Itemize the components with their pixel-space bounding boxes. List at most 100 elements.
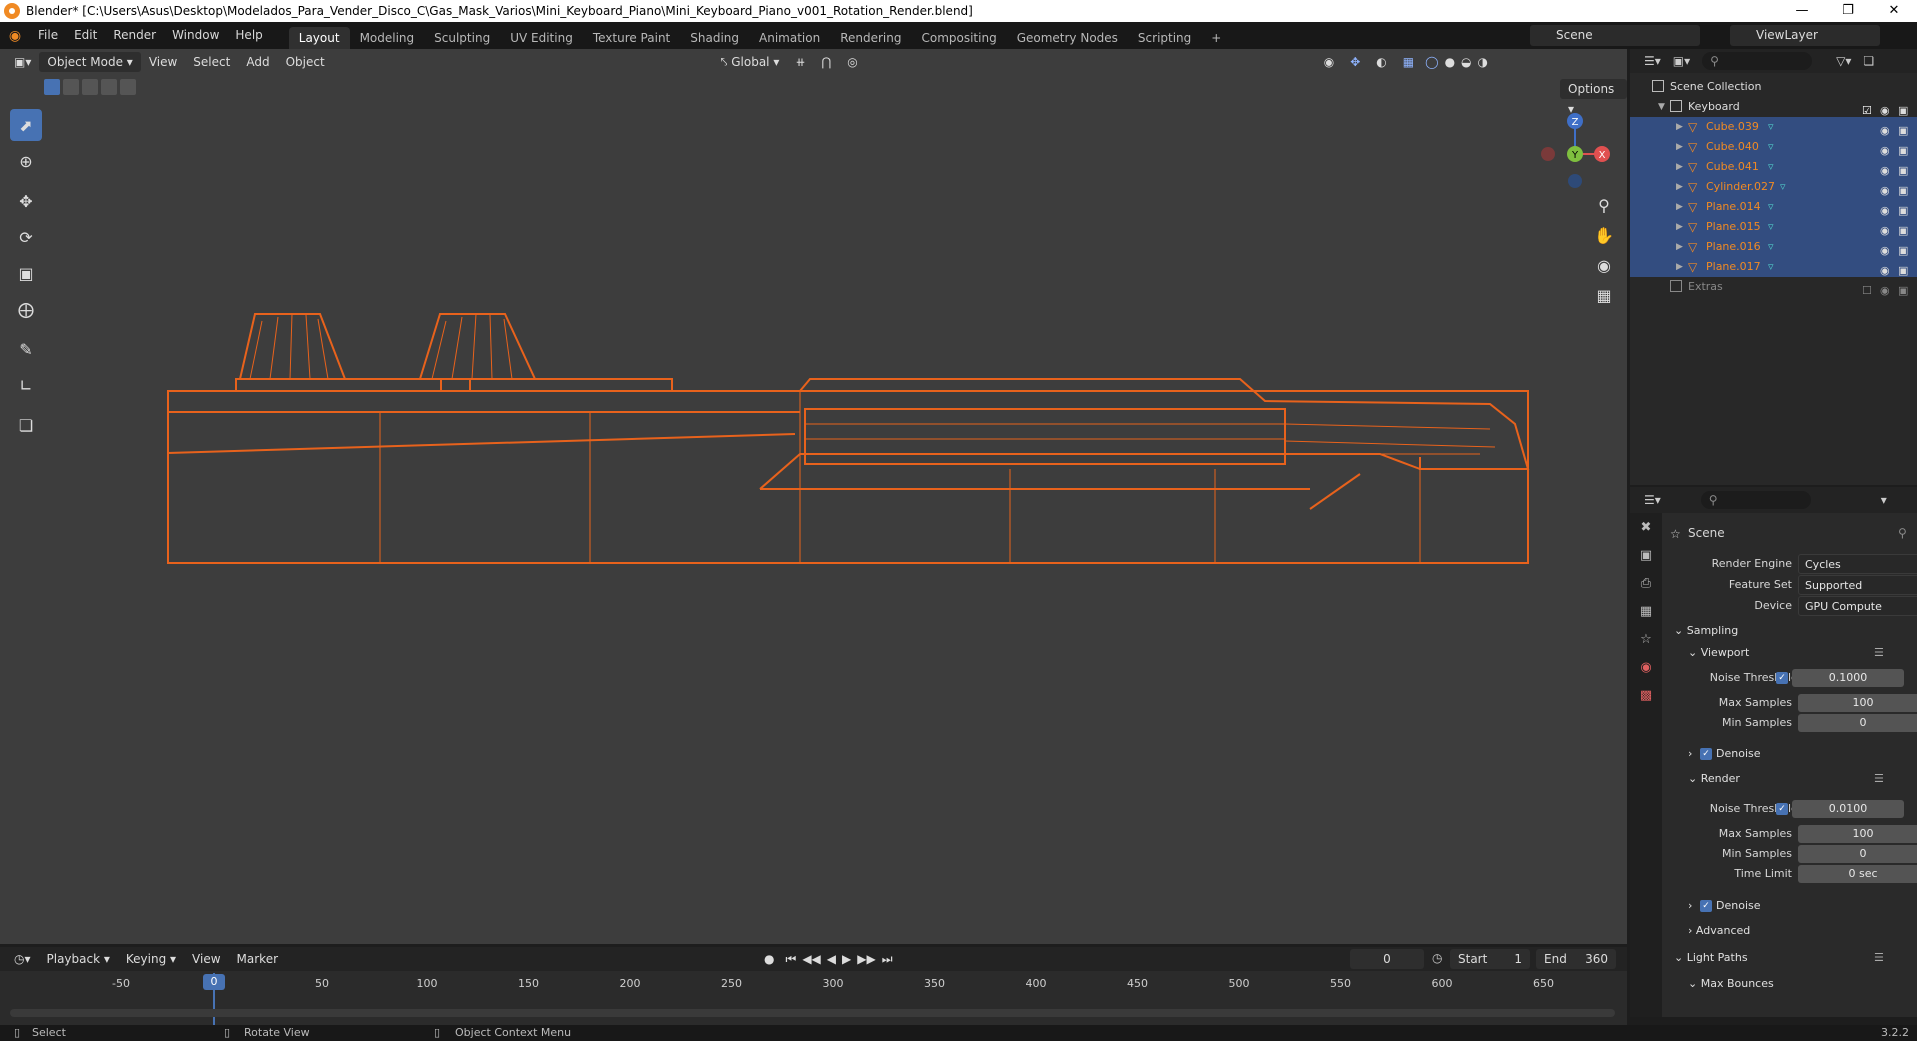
light-paths-preset-icon[interactable]: ☰ [1874,949,1884,967]
next-keyframe-icon[interactable]: ▶▶ [854,949,878,969]
expand-arrow-icon[interactable]: ▶ [1676,197,1683,217]
workspace-tab-scripting[interactable]: Scripting [1128,27,1201,49]
scene-tab-icon[interactable]: ☆ [1630,625,1662,653]
workspace-tab-animation[interactable]: Animation [749,27,830,49]
mesh-data-icon[interactable]: ▿ [1768,137,1774,157]
preset-list-icon[interactable]: ☰ [1874,644,1884,662]
outliner-object-row[interactable]: ▶ ▽ Cube.040 ▿ ◉ ▣ [1630,137,1917,157]
render-preset-list-icon[interactable]: ☰ [1874,770,1884,788]
pan-hand-icon[interactable]: ✋ [1590,221,1618,249]
menu-edit[interactable]: Edit [66,22,105,49]
viewport-noise-threshold-field[interactable]: 0.1000 [1792,669,1904,687]
camera-view-icon[interactable]: ◉ [1590,251,1618,279]
workspace-tab-modeling[interactable]: Modeling [350,27,425,49]
close-button[interactable]: ✕ [1871,0,1917,22]
outliner-object-row[interactable]: ▶ ▽ Cube.041 ▿ ◉ ▣ [1630,157,1917,177]
timeline-menu-playback[interactable]: Playback ▾ [39,949,118,969]
expand-arrow-icon[interactable]: ▶ [1676,157,1683,177]
start-frame-field[interactable]: Start 1 [1450,949,1530,969]
timeline-menu-marker[interactable]: Marker [229,949,286,969]
mesh-data-icon[interactable]: ▿ [1768,197,1774,217]
render-engine-dropdown[interactable]: Cycles▾ [1798,554,1917,574]
render-camera-icon[interactable]: ▣ [1898,281,1908,301]
exclude-checkbox[interactable]: ☐ [1862,281,1872,301]
viewport-min-samples-field[interactable]: 0 [1798,714,1917,732]
mesh-data-icon[interactable]: ▿ [1768,157,1774,177]
outliner-object-row[interactable]: ▶ ▽ Plane.017 ▿ ◉ ▣ [1630,257,1917,277]
advanced-subpanel-header[interactable]: › Advanced [1688,922,1750,940]
menu-help[interactable]: Help [227,22,270,49]
outliner-editor-type-icon[interactable]: ☰▾ [1644,54,1661,68]
properties-search-input[interactable]: ⚲ [1700,491,1811,509]
minimize-button[interactable]: — [1779,0,1825,22]
sampling-panel-header[interactable]: ⌄ Sampling [1674,622,1738,640]
max-bounces-subpanel-header[interactable]: ⌄ Max Bounces [1688,975,1774,993]
zoom-icon[interactable]: ⚲ [1590,191,1618,219]
expand-arrow-icon[interactable]: ▶ [1676,117,1683,137]
render-noise-threshold-checkbox[interactable]: ✓ [1776,803,1788,815]
render-denoise-checkbox[interactable]: ✓ [1700,900,1712,912]
filter-icon[interactable]: ▽▾ [1836,54,1851,68]
menu-window[interactable]: Window [164,22,227,49]
expand-arrow-icon[interactable]: ▶ [1676,257,1683,277]
mesh-data-icon[interactable]: ▿ [1780,177,1786,197]
menu-render[interactable]: Render [105,22,164,49]
viewport-max-samples-field[interactable]: 100 [1798,694,1917,712]
timeline-menu-view[interactable]: View [184,949,228,969]
feature-set-dropdown[interactable]: Supported▾ [1798,575,1917,595]
visibility-eye-icon[interactable]: ◉ [1880,281,1890,301]
perspective-grid-icon[interactable]: ▦ [1590,281,1618,309]
viewlayer-selector[interactable]: ViewLayer [1730,25,1880,46]
play-icon[interactable]: ▶ [839,949,854,969]
playhead-frame-label[interactable]: 0 [203,974,225,990]
render-min-samples-field[interactable]: 0 [1798,845,1917,863]
workspace-tab-rendering[interactable]: Rendering [830,27,911,49]
mesh-data-icon[interactable]: ▿ [1768,217,1774,237]
restore-button[interactable]: ❐ [1825,0,1871,22]
outliner-object-row[interactable]: ▶ ▽ Plane.016 ▿ ◉ ▣ [1630,237,1917,257]
jump-end-icon[interactable]: ⏭ [879,949,896,969]
expand-arrow-icon[interactable]: ▼ [1658,97,1665,117]
texture-tab-icon[interactable]: ▩ [1630,681,1662,709]
viewport-subpanel-header[interactable]: ⌄ Viewport [1688,644,1749,662]
expand-arrow-icon[interactable]: ▶ [1676,217,1683,237]
outliner-collection-keyboard[interactable]: ▼ Keyboard ☑ ◉ ▣ [1630,97,1917,117]
keyboard-wireframe-model[interactable] [0,49,1627,944]
time-limit-field[interactable]: 0 sec [1798,865,1917,883]
expand-arrow-icon[interactable]: ▶ [1676,177,1683,197]
tool-tab-icon[interactable]: ✖ [1630,513,1662,541]
play-reverse-icon[interactable]: ◀ [824,949,839,969]
properties-editor-type-icon[interactable]: ☰▾ [1644,493,1661,507]
auto-keying-icon[interactable]: ● [756,949,782,969]
workspace-tab-shading[interactable]: Shading [680,27,749,49]
viewport-denoise-checkbox[interactable]: ✓ [1700,748,1712,760]
properties-options-icon[interactable]: ▾ [1881,493,1887,507]
workspace-tab-uv-editing[interactable]: UV Editing [500,27,583,49]
menu-file[interactable]: File [30,22,66,49]
outliner-object-row[interactable]: ▶ ▽ Cube.039 ▿ ◉ ▣ [1630,117,1917,137]
view-layer-tab-icon[interactable]: ▦ [1630,597,1662,625]
light-paths-panel-header[interactable]: ⌄ Light Paths [1674,949,1748,967]
outliner-collection-extras[interactable]: Extras ☐ ◉ ▣ [1630,277,1917,297]
workspace-tab-layout[interactable]: Layout [288,27,350,49]
blender-menu-icon[interactable]: ◉ [0,28,30,44]
world-tab-icon[interactable]: ◉ [1630,653,1662,681]
render-denoise-subpanel[interactable]: › [1688,897,1692,915]
workspace-tab-texture-paint[interactable]: Texture Paint [583,27,680,49]
pin-icon[interactable]: ⚲ [1898,526,1907,540]
prev-keyframe-icon[interactable]: ◀◀ [799,949,823,969]
output-tab-icon[interactable]: ⎙ [1630,569,1662,597]
outliner-object-row[interactable]: ▶ ▽ Plane.015 ▿ ◉ ▣ [1630,217,1917,237]
new-collection-icon[interactable]: ❏ [1863,54,1874,68]
mesh-data-icon[interactable]: ▿ [1768,257,1774,277]
workspace-tab-sculpting[interactable]: Sculpting [424,27,500,49]
end-frame-field[interactable]: End 360 [1536,949,1616,969]
device-dropdown[interactable]: GPU Compute▾ [1798,596,1917,616]
render-tab-icon[interactable]: ▣ [1630,541,1662,569]
viewport-denoise-subpanel[interactable]: › [1688,745,1692,763]
jump-start-icon[interactable]: ⏮ [783,949,800,969]
mesh-data-icon[interactable]: ▿ [1768,237,1774,257]
timeline-menu-keying[interactable]: Keying ▾ [118,949,184,969]
outliner-object-row[interactable]: ▶ ▽ Cylinder.027 ▿ ◉ ▣ [1630,177,1917,197]
mesh-data-icon[interactable]: ▿ [1768,117,1774,137]
